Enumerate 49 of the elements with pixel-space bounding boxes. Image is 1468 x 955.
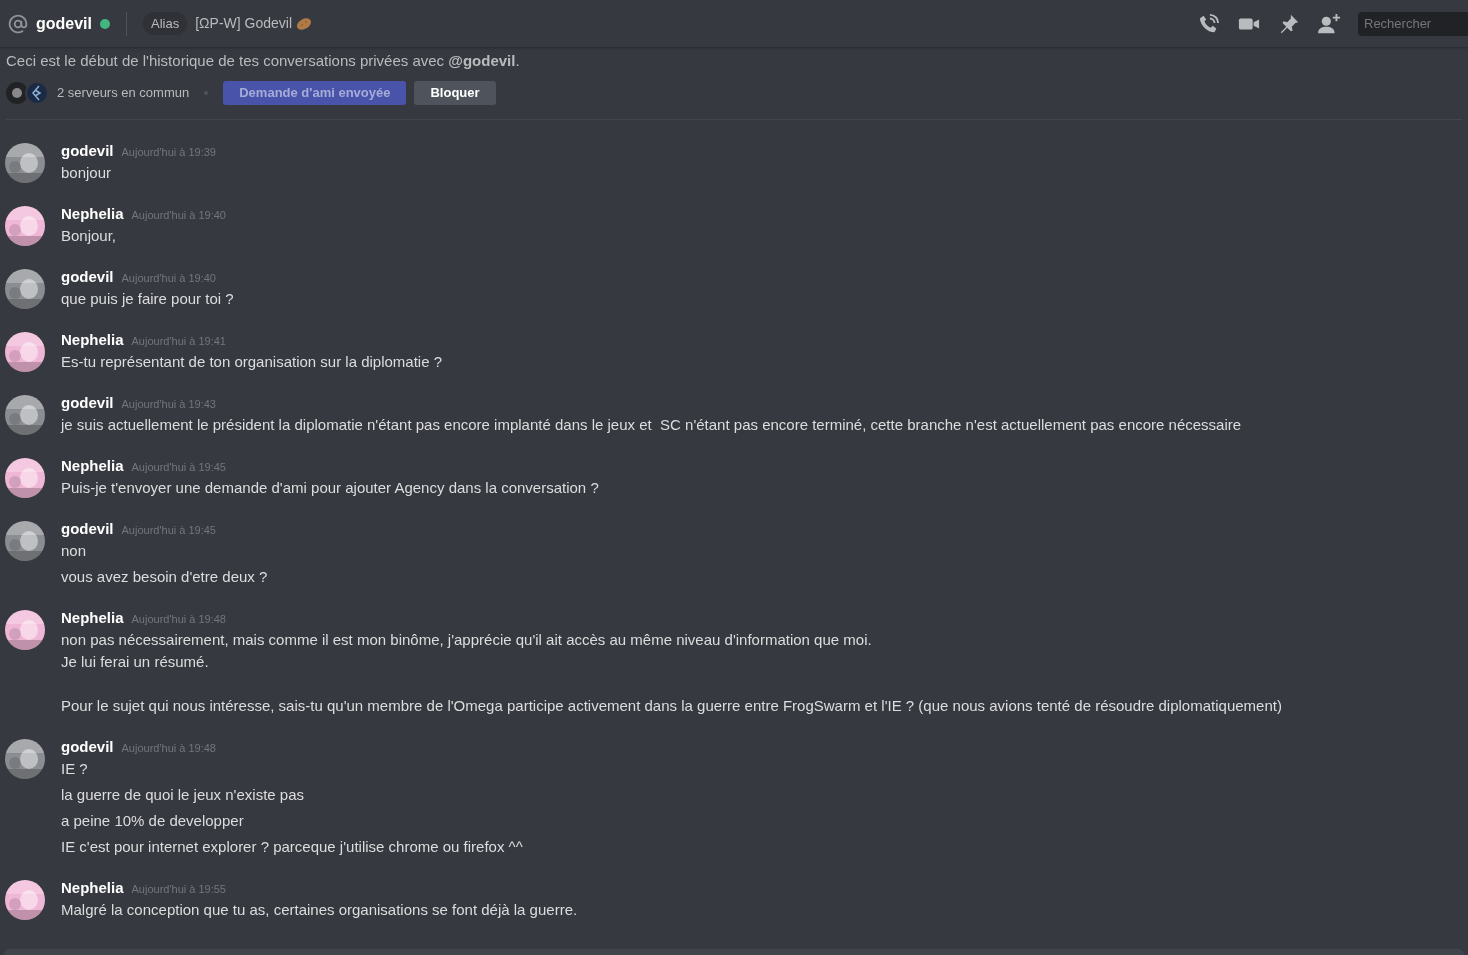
channel-title: godevil [36,13,92,34]
alias-badge: Alias [143,11,188,36]
alias-text: [ΩP-W] Godevil [195,14,293,33]
message-text: je suis actuellement le président la diplomatie n'étant pas encore implanté dans le jeux et SC n'étant pas encore terminé, cette branche n'est actuellement pas encore nécessaire [61,414,1242,435]
add-friend-icon[interactable] [1318,12,1342,35]
timestamp: Aujourd'hui à 19:39 [121,144,216,160]
message-text: que puis je faire pour toi ? [61,288,234,309]
message-text: Es-tu représentant de ton organisation sur la diplomatie ? [61,351,443,372]
message-text: non [61,540,88,561]
timestamp: Aujourd'hui à 19:40 [121,270,216,286]
message-text: non pas nécessairement, mais comme il est mon binôme, j'apprécie qu'il ait accès au même niveau d'information que moi. [61,629,873,650]
timestamp: Aujourd'hui à 19:40 [131,207,226,223]
potato-icon [296,16,313,31]
message-text: Puis-je t'envoyer une demande d'ami pour ajouter Agency dans la conversation ? [61,477,599,498]
message-text: Pour le sujet qui nous intéresse, sais-tu qu'un membre de l'Omega participe activement dans la guerre entre FrogSwarm et l'IE ? (que nous avions tenté de résoudre diplomatiquement) [61,695,1282,716]
timestamp: Aujourd'hui à 19:48 [121,740,216,756]
timestamp: Aujourd'hui à 19:45 [131,459,226,475]
message-text: Je lui ferai un résumé. [61,651,210,672]
timestamp: Aujourd'hui à 19:55 [131,881,226,897]
author-name[interactable]: godevil [61,392,114,413]
author-name[interactable]: godevil [61,518,114,539]
message-text: a peine 10% de developper [61,810,245,831]
author-name[interactable]: godevil [61,140,114,161]
timestamp: Aujourd'hui à 19:41 [131,333,226,349]
message-text: vous avez besoin d'etre deux ? [61,566,268,587]
message-text: Malgré la conception que tu as, certaines organisations se font déjà la guerre. [61,899,578,920]
at-icon [8,13,28,34]
pin-icon[interactable] [1278,12,1300,35]
timestamp: Aujourd'hui à 19:43 [121,396,216,412]
server-icons [6,80,50,105]
timestamp: Aujourd'hui à 19:48 [131,611,226,627]
intro-text: Ceci est le début de l'historique de tes conversations privées avec @godevil. [6,51,521,71]
search-field[interactable]: Rechercher [1358,11,1468,36]
mutual-servers-text[interactable]: 2 serveurs en commun [57,82,190,103]
author-name[interactable]: Nephelia [61,455,124,476]
author-name[interactable]: Nephelia [61,203,124,224]
message-text: Bonjour, [61,225,118,246]
message-text: bonjour [61,162,113,183]
message-text: IE ? [61,758,89,779]
author-name[interactable]: godevil [61,736,114,757]
author-name[interactable]: Nephelia [61,607,124,628]
message-text: la guerre de quoi le jeux n'existe pas [61,784,306,805]
author-name[interactable]: Nephelia [61,329,124,350]
phone-call-icon[interactable] [1198,12,1220,35]
block-button[interactable]: Bloquer [414,80,496,105]
author-name[interactable]: Nephelia [61,877,124,898]
message-text: IE c'est pour internet explorer ? parceque j'utilise chrome ou firefox ^^ [61,836,523,857]
timestamp: Aujourd'hui à 19:45 [121,522,216,538]
author-name[interactable]: godevil [61,266,114,287]
